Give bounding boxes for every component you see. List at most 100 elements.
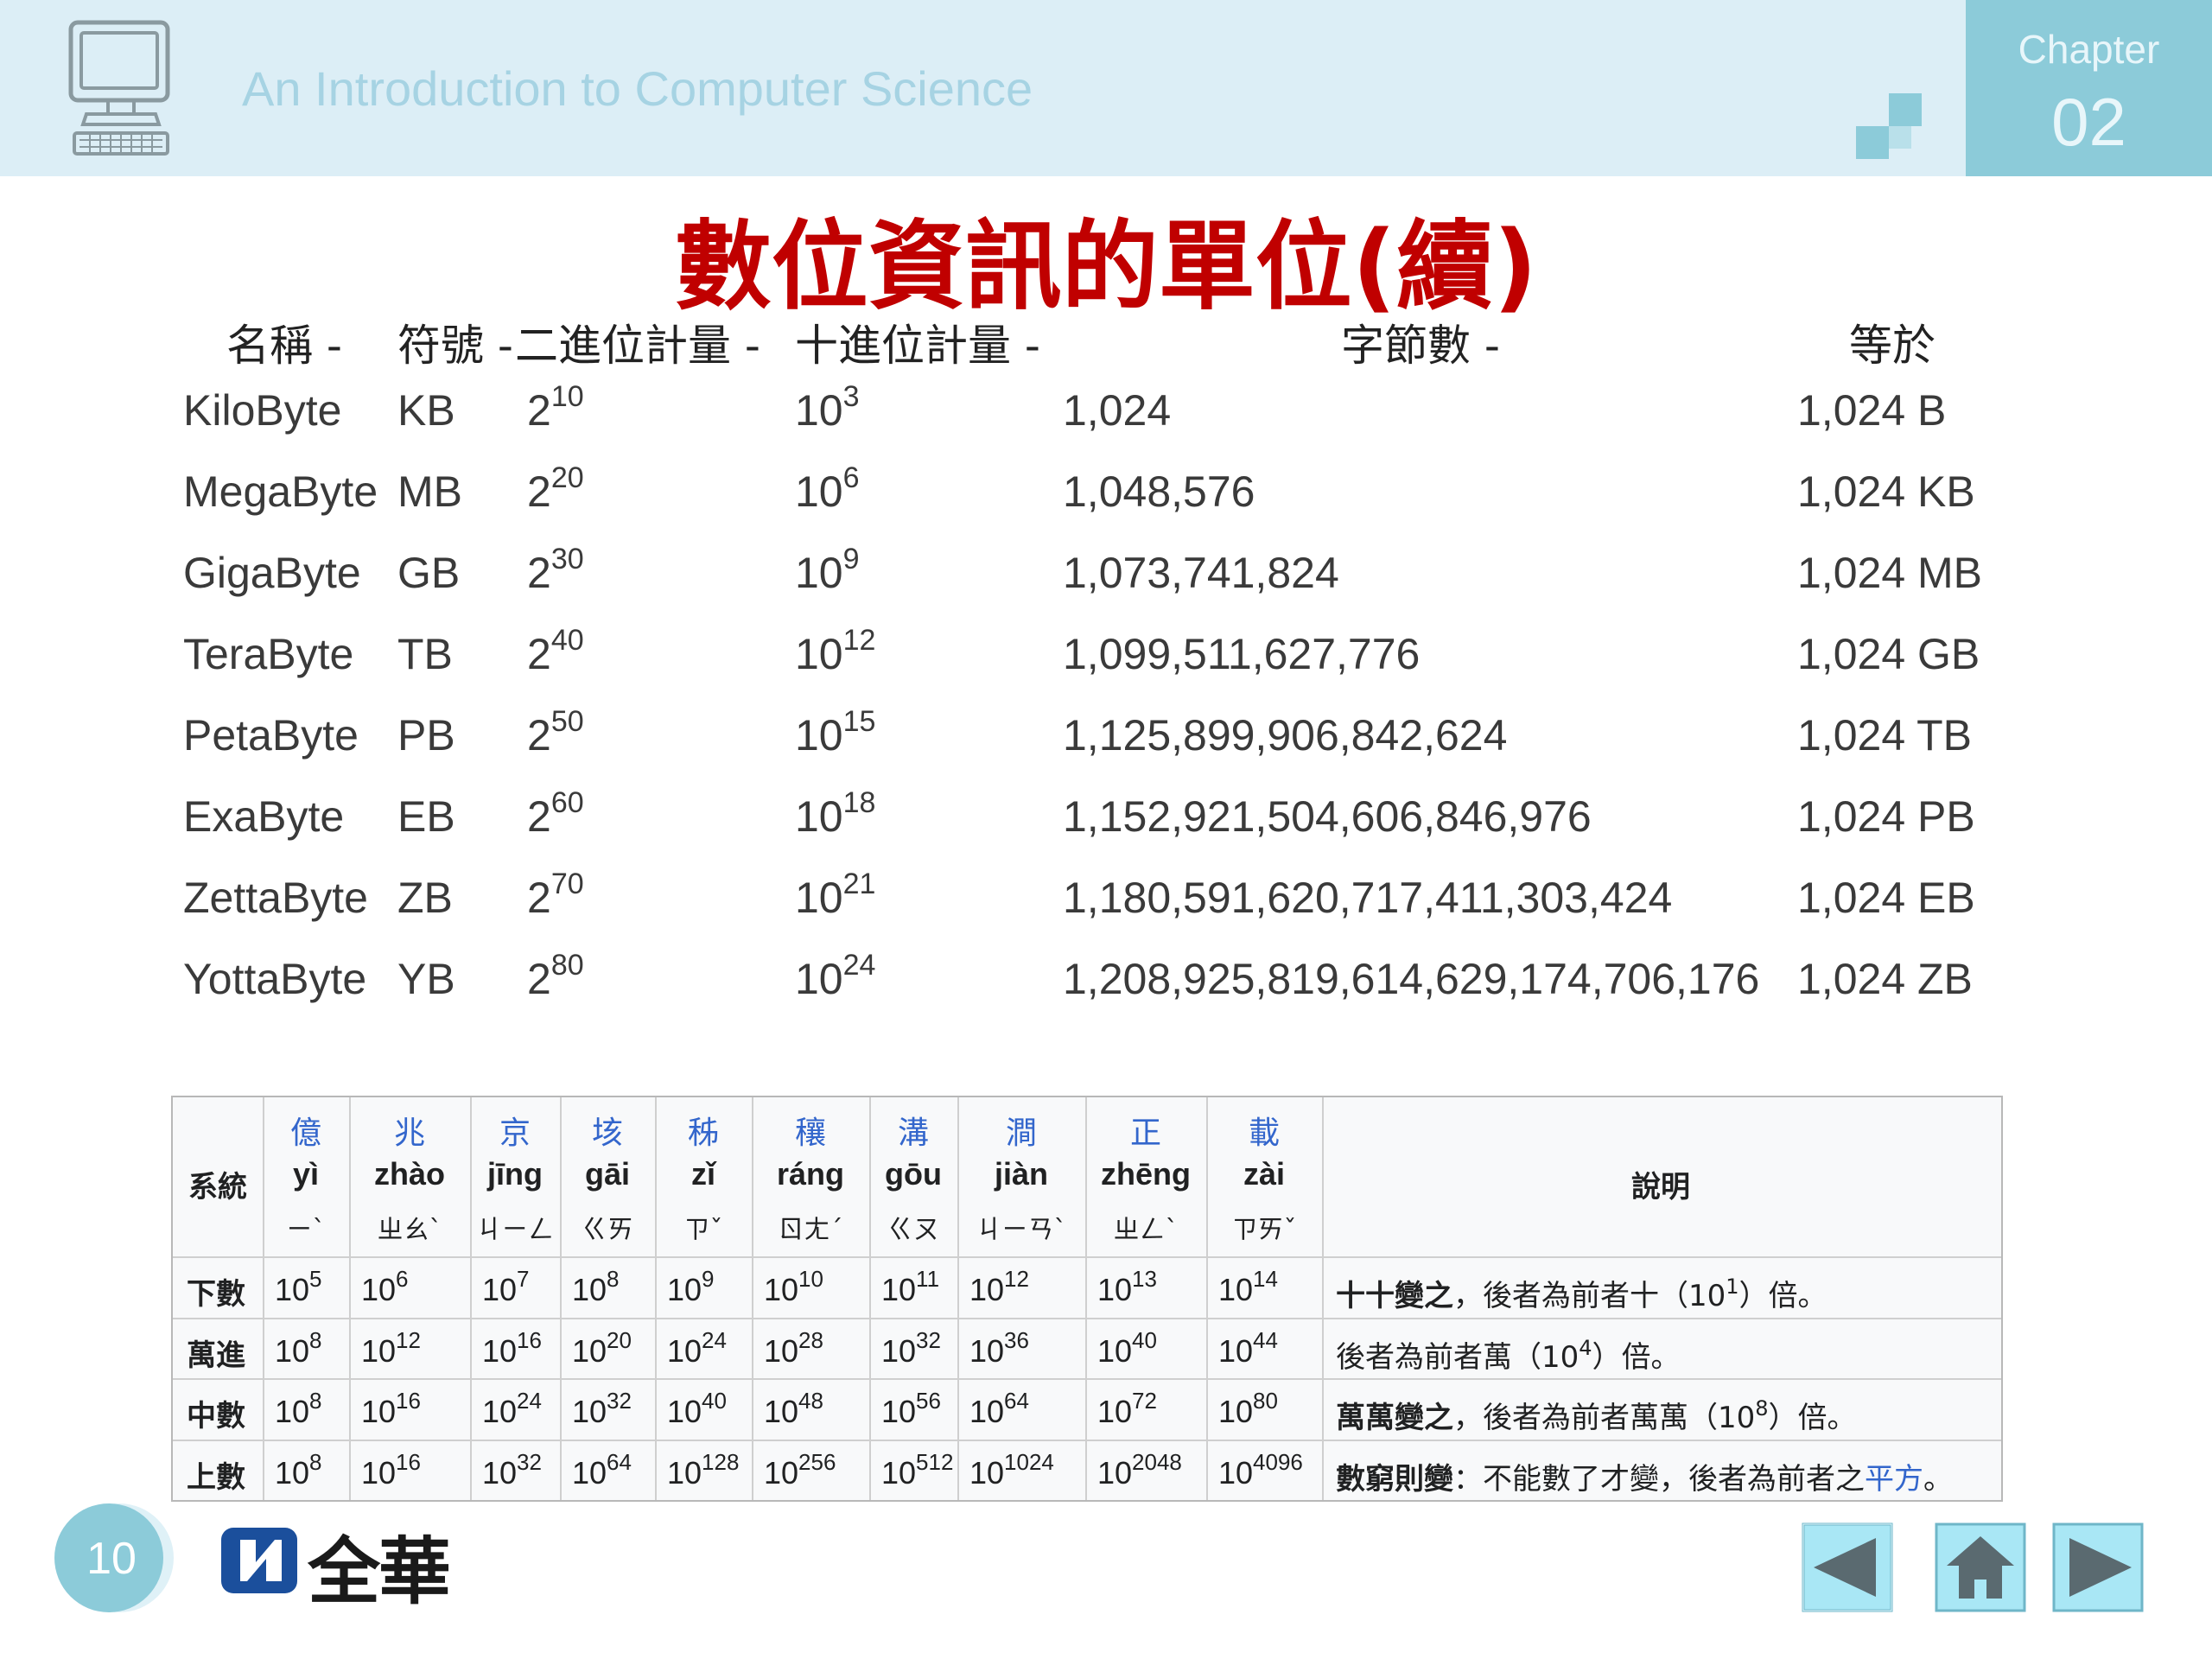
unit-bytes: 1,024 — [1063, 386, 1172, 435]
power-of-ten-cell: 1024 — [667, 1329, 727, 1370]
power-of-ten-cell: 1040 — [667, 1389, 727, 1430]
power-base: 10 — [795, 630, 843, 678]
unit-bytes: 1,048,576 — [1063, 467, 1255, 516]
note-text: 後者為前者萬（10 — [1336, 1339, 1580, 1375]
power-exponent: 40 — [1132, 1326, 1157, 1353]
page-number: 10 — [86, 1534, 137, 1584]
unit-zhuyin: ㄖㄤˊ — [778, 1215, 843, 1245]
power-of-ten-cell: 108 — [275, 1451, 322, 1491]
power-exponent: 64 — [607, 1448, 632, 1475]
home-button[interactable] — [1935, 1522, 2026, 1612]
power-exponent: 9 — [702, 1266, 715, 1292]
unit-hanzi[interactable]: 秭 — [655, 1108, 752, 1153]
power-of-ten-cell: 1044 — [1218, 1329, 1278, 1370]
power-base: 10 — [482, 1272, 518, 1307]
unit-name: PetaByte — [183, 711, 359, 760]
power-base: 10 — [795, 467, 843, 516]
power-of-ten-cell: 1032 — [482, 1451, 542, 1491]
note-text: ，後者為前者十（10 — [1453, 1279, 1726, 1313]
unit-bytes: 1,073,741,824 — [1063, 549, 1339, 597]
power-of-ten-cell: 108 — [275, 1389, 322, 1430]
power-base: 10 — [667, 1394, 702, 1429]
note-header: 說明 — [1631, 1170, 1690, 1205]
next-button[interactable] — [2052, 1522, 2144, 1612]
unit-hanzi[interactable]: 京 — [470, 1108, 560, 1153]
power-of-ten-cell: 1040 — [1097, 1329, 1157, 1370]
unit-hanzi[interactable]: 億 — [263, 1108, 349, 1153]
unit-hanzi[interactable]: 兆 — [349, 1108, 470, 1153]
power-exponent: 24 — [842, 949, 876, 982]
power-base: 10 — [764, 1272, 799, 1307]
publisher-logo-icon — [221, 1528, 297, 1593]
unit-zhuyin: ㄍㄞ — [582, 1215, 633, 1245]
power-of-ten-cell: 108 — [572, 1268, 620, 1308]
unit-pinyin: ráng — [776, 1156, 844, 1192]
power-of-ten-cell: 1072 — [1097, 1389, 1157, 1430]
unit-bytes: 1,180,591,620,717,411,303,424 — [1063, 874, 1673, 922]
unit-equals: 1,024 TB — [1797, 711, 1973, 760]
unit-equals: 1,024 KB — [1797, 467, 1975, 516]
units-row: GigaByte GB 1,073,741,824 1,024 MB 230 109 — [0, 544, 2212, 629]
note-link[interactable]: 平方 — [1865, 1462, 1923, 1497]
unit-symbol: EB — [397, 792, 455, 841]
power-of-ten-cell: 1012 — [361, 1329, 421, 1370]
power-exponent: 8 — [607, 1266, 620, 1292]
unit-binary-power: 260 — [527, 788, 584, 842]
power-base: 10 — [881, 1394, 917, 1429]
power-base: 2 — [527, 711, 551, 760]
power-base: 10 — [1097, 1272, 1133, 1307]
unit-hanzi[interactable]: 垓 — [560, 1108, 655, 1153]
unit-pinyin: gōu — [885, 1156, 942, 1192]
system-name: 上數 — [187, 1459, 245, 1495]
chapter-number: 02 — [2051, 84, 2126, 160]
power-base: 10 — [482, 1332, 518, 1369]
unit-equals: 1,024 MB — [1797, 549, 1983, 597]
table-row-divider — [173, 1317, 2001, 1319]
unit-equals: 1,024 PB — [1797, 792, 1975, 841]
unit-name: KiloByte — [183, 386, 342, 435]
note-suffix: ）倍。 — [1592, 1339, 1681, 1375]
note-suffix: ）倍。 — [1768, 1401, 1857, 1435]
power-exponent: 24 — [702, 1326, 727, 1353]
power-base: 10 — [764, 1394, 799, 1429]
unit-hanzi[interactable]: 載 — [1206, 1108, 1322, 1153]
power-exponent: 3 — [842, 380, 860, 413]
power-exponent: 64 — [1004, 1388, 1029, 1414]
chapter-badge: Chapter 02 — [1966, 0, 2212, 176]
unit-hanzi[interactable]: 澗 — [957, 1108, 1085, 1153]
unit-binary-power: 220 — [527, 463, 584, 517]
previous-button[interactable] — [1802, 1522, 1893, 1612]
unit-binary-power: 270 — [527, 869, 584, 923]
power-exponent: 12 — [396, 1326, 421, 1353]
power-exponent: 512 — [916, 1448, 954, 1475]
units-header-symbol: 符號 - — [397, 321, 513, 371]
power-exponent: 11 — [916, 1266, 940, 1292]
power-base: 10 — [482, 1454, 518, 1491]
power-base: 10 — [1218, 1454, 1254, 1491]
unit-hanzi[interactable]: 正 — [1085, 1108, 1206, 1153]
unit-zhuyin: ㄗㄞˇ — [1231, 1215, 1297, 1245]
note-emphasis: 十十變之 — [1336, 1279, 1453, 1313]
power-base: 10 — [795, 792, 843, 841]
unit-decimal-power: 106 — [795, 463, 860, 517]
power-exponent: 80 — [550, 949, 584, 982]
power-exponent: 20 — [550, 461, 584, 494]
unit-hanzi[interactable]: 溝 — [869, 1108, 957, 1153]
power-exponent: 70 — [550, 868, 584, 900]
unit-name: GigaByte — [183, 549, 361, 597]
unit-name: TeraByte — [183, 630, 354, 678]
power-of-ten-cell: 1013 — [1097, 1268, 1157, 1308]
power-of-ten-cell: 104096 — [1218, 1451, 1303, 1491]
power-base: 2 — [527, 386, 551, 435]
power-base: 10 — [1218, 1332, 1254, 1369]
chapter-label: Chapter — [2018, 27, 2160, 72]
unit-hanzi[interactable]: 穰 — [752, 1108, 869, 1153]
unit-decimal-power: 1021 — [795, 869, 875, 923]
power-exponent: 13 — [1132, 1266, 1157, 1292]
computer-icon — [68, 20, 170, 156]
power-of-ten-cell: 1016 — [361, 1451, 421, 1491]
unit-symbol: MB — [397, 467, 462, 516]
system-header: 系統 — [188, 1170, 247, 1205]
unit-name: MegaByte — [183, 467, 378, 516]
unit-pinyin: zhēng — [1101, 1156, 1191, 1192]
